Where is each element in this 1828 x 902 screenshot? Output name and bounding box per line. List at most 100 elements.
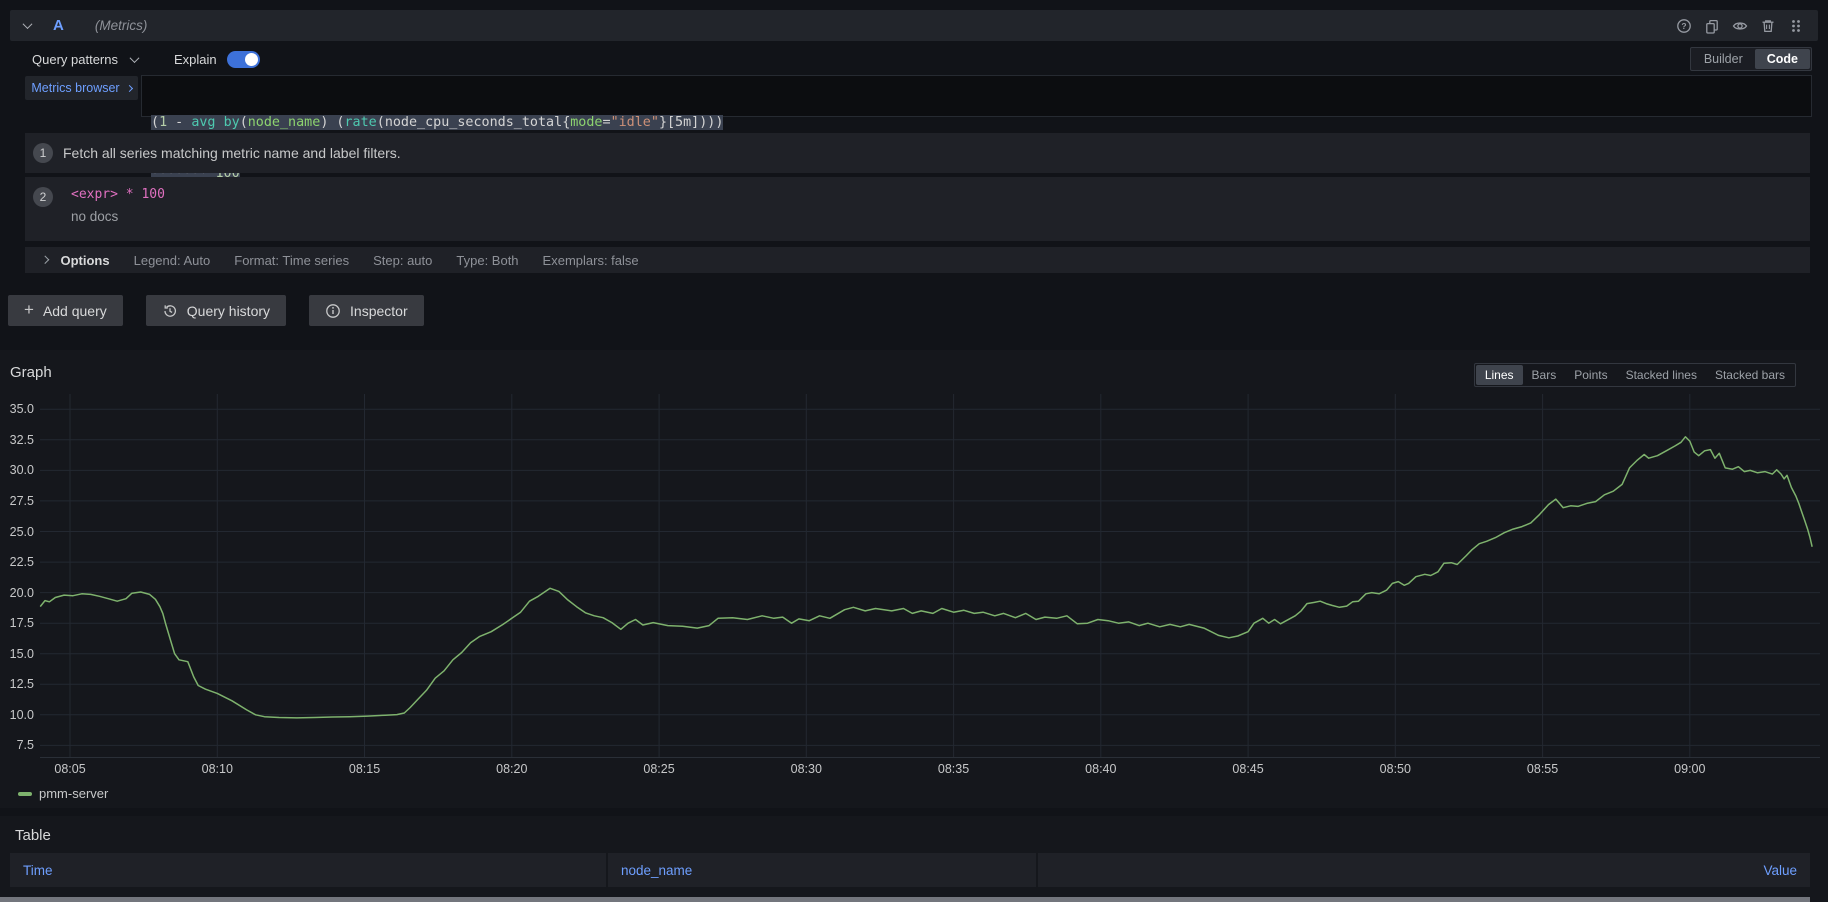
inspector-button[interactable]: Inspector: [309, 295, 424, 326]
options-summary: Legend: Auto Format: Time series Step: aut…: [134, 253, 639, 268]
explain-label: Explain: [174, 52, 217, 67]
options-expand-chevron-icon[interactable]: [41, 256, 49, 264]
query-toolbar-row: Query patterns Explain Builder Code: [32, 47, 1812, 71]
table-header-time[interactable]: Time: [10, 853, 606, 887]
y-axis-tick-label: 15.0: [0, 646, 34, 662]
plus-icon: +: [24, 301, 34, 318]
code-mode-button[interactable]: Code: [1755, 49, 1810, 69]
x-axis-tick-label: 09:00: [1660, 762, 1720, 776]
x-axis-tick-label: 08:20: [482, 762, 542, 776]
legend-series-swatch: [18, 792, 32, 796]
table-header-value[interactable]: Value: [1038, 853, 1810, 887]
promql-token: mode: [570, 115, 602, 130]
table-panel: Table Timenode_nameValue: [0, 816, 1828, 902]
query-ref-id: A: [53, 17, 64, 34]
svg-text:?: ?: [1681, 21, 1686, 31]
options-summary-item: Exemplars: false: [543, 253, 639, 268]
x-axis-tick-label: 08:30: [776, 762, 836, 776]
graph-mode-bars[interactable]: Bars: [1523, 365, 1566, 385]
step-1-text: Fetch all series matching metric name an…: [63, 145, 401, 161]
y-axis-tick-label: 7.5: [0, 737, 34, 753]
editor-mode-switcher: Builder Code: [1690, 47, 1812, 71]
series-line-pmm-server[interactable]: [41, 437, 1812, 718]
x-axis-tick-label: 08:40: [1071, 762, 1131, 776]
graph-mode-stacked-bars[interactable]: Stacked bars: [1706, 365, 1794, 385]
metrics-browser-label: Metrics browser: [31, 81, 119, 95]
explain-step-2: 2 <expr> * 100 no docs: [25, 177, 1810, 241]
y-axis-tick-label: 17.5: [0, 615, 34, 631]
query-options-row[interactable]: Options Legend: Auto Format: Time series S…: [25, 247, 1810, 273]
promql-token: =: [603, 115, 611, 130]
metrics-browser-button[interactable]: Metrics browser: [25, 76, 138, 100]
legend-item[interactable]: pmm-server: [18, 786, 108, 801]
explain-step-1: 1 Fetch all series matching metric name …: [25, 133, 1810, 173]
query-header-actions: ?: [1676, 18, 1804, 34]
y-axis-tick-label: 12.5: [0, 676, 34, 692]
promql-token: avg: [191, 115, 215, 130]
options-summary-item: Format: Time series: [234, 253, 349, 268]
toggle-visibility-eye-icon[interactable]: [1732, 18, 1748, 34]
x-axis-tick-label: 08:25: [629, 762, 689, 776]
duplicate-query-icon[interactable]: [1704, 18, 1720, 34]
y-axis-tick-label: 10.0: [0, 707, 34, 723]
x-axis-tick-label: 08:50: [1365, 762, 1425, 776]
promql-token: [216, 115, 224, 130]
promql-code-editor[interactable]: (1 - avg by(node_name) (rate(node_cpu_se…: [141, 75, 1812, 117]
promql-token: (: [377, 115, 385, 130]
query-patterns-dropdown[interactable]: Query patterns: [32, 52, 118, 67]
y-axis-tick-label: 25.0: [0, 524, 34, 540]
y-axis-tick-label: 35.0: [0, 401, 34, 417]
add-query-label: Add query: [43, 303, 107, 319]
info-icon: [325, 303, 341, 319]
promql-token: "idle": [611, 115, 659, 130]
promql-token: (: [151, 115, 159, 130]
graph-mode-lines[interactable]: Lines: [1476, 365, 1523, 385]
explain-toggle[interactable]: [227, 51, 260, 68]
y-axis-tick-label: 27.5: [0, 493, 34, 509]
options-label: Options: [61, 253, 110, 268]
graph-mode-points[interactable]: Points: [1565, 365, 1616, 385]
graph-panel: Graph LinesBarsPointsStacked linesStacke…: [0, 350, 1828, 808]
history-icon: [162, 303, 178, 319]
y-axis-tick-label: 20.0: [0, 585, 34, 601]
step-2-badge: 2: [33, 187, 53, 207]
promql-token: by: [224, 115, 240, 130]
x-axis-tick-label: 08:15: [335, 762, 395, 776]
graph-style-switcher: LinesBarsPointsStacked linesStacked bars: [1474, 363, 1796, 387]
options-summary-item: Step: auto: [373, 253, 432, 268]
table-header-row: Timenode_nameValue: [10, 853, 1810, 887]
inspector-label: Inspector: [350, 303, 408, 319]
query-history-button[interactable]: Query history: [146, 295, 286, 326]
x-axis-tick-label: 08:10: [187, 762, 247, 776]
promql-token: }[5m]))): [659, 115, 724, 130]
query-patterns-chevron-icon[interactable]: [130, 53, 140, 63]
table-header-node_name[interactable]: node_name: [608, 853, 1036, 887]
graph-panel-title: Graph: [10, 364, 52, 381]
explore-actions: + Add query Query history Inspector: [8, 295, 424, 326]
promql-token: 1: [159, 115, 167, 130]
x-axis-tick-label: 08:35: [924, 762, 984, 776]
metrics-browser-chevron-icon: [126, 84, 133, 91]
builder-mode-button[interactable]: Builder: [1692, 49, 1755, 69]
delete-query-trash-icon[interactable]: [1760, 18, 1776, 34]
options-summary-item: Legend: Auto: [134, 253, 211, 268]
promql-token: node_name: [248, 115, 321, 130]
promql-line-1[interactable]: (1 - avg by(node_name) (rate(node_cpu_se…: [151, 114, 1811, 131]
help-icon[interactable]: ?: [1676, 18, 1692, 34]
collapse-query-chevron-icon[interactable]: [23, 19, 33, 29]
add-query-button[interactable]: + Add query: [8, 295, 123, 326]
legend-series-label: pmm-server: [39, 786, 108, 801]
explore-query-view: A (Metrics) ? Query patterns Explain: [0, 0, 1828, 902]
drag-handle-icon[interactable]: [1788, 18, 1804, 34]
step-1-badge: 1: [33, 143, 53, 163]
graph-mode-stacked-lines[interactable]: Stacked lines: [1617, 365, 1706, 385]
promql-token: ) (: [320, 115, 344, 130]
table-horizontal-scrollbar[interactable]: [0, 897, 1810, 902]
promql-token: rate: [345, 115, 377, 130]
promql-token: (: [240, 115, 248, 130]
table-panel-title: Table: [15, 827, 51, 844]
y-axis-tick-label: 32.5: [0, 432, 34, 448]
query-row-header[interactable]: A (Metrics) ?: [10, 10, 1818, 41]
time-series-chart[interactable]: [0, 350, 1828, 808]
promql-token: -: [167, 115, 191, 130]
